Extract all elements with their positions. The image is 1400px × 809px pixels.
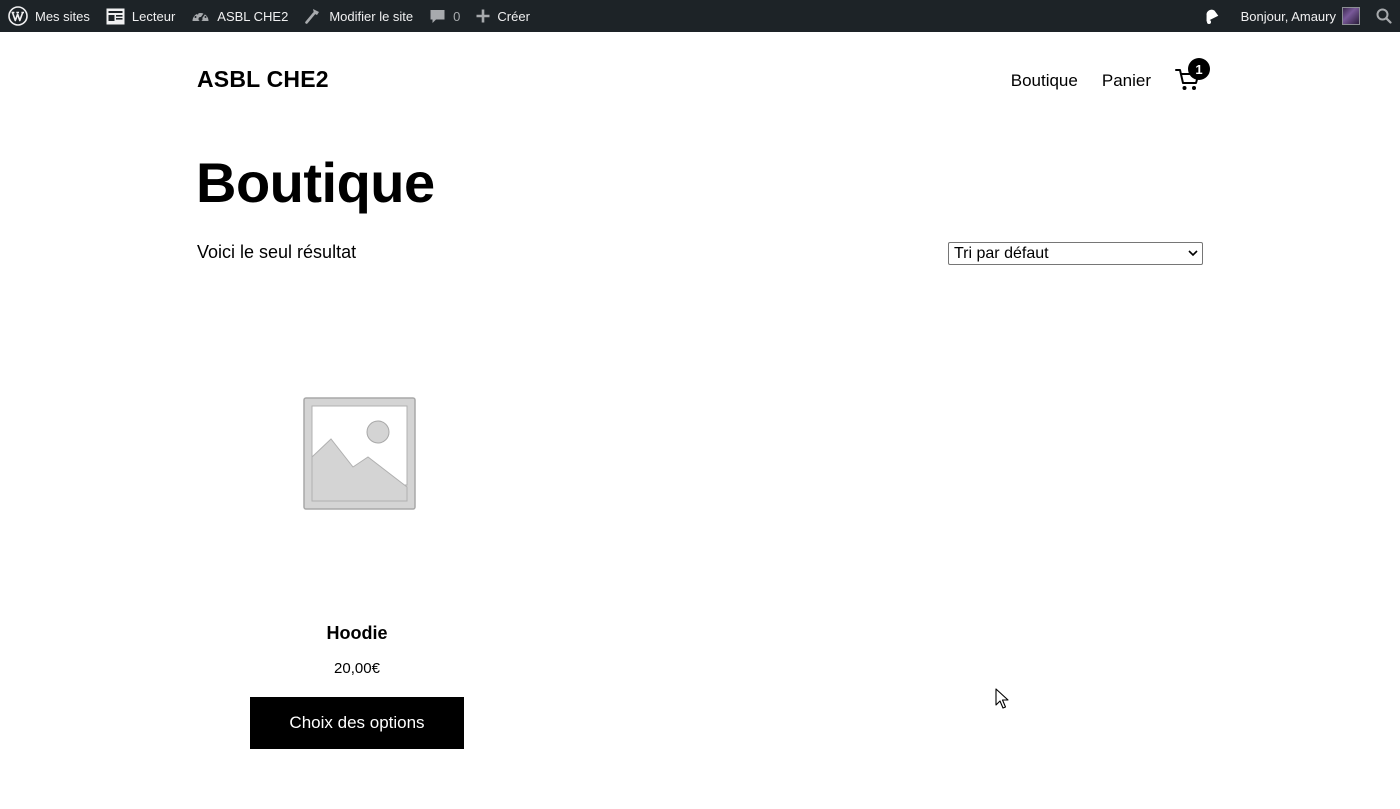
chevron-down-icon — [1188, 250, 1198, 257]
comment-icon — [429, 8, 446, 25]
dashboard-icon — [191, 8, 210, 25]
site-title[interactable]: ASBL CHE2 — [197, 66, 329, 93]
admin-bar-edit-site-label: Modifier le site — [329, 8, 414, 24]
cart-count-badge: 1 — [1188, 58, 1210, 80]
admin-bar-search[interactable] — [1368, 0, 1400, 32]
result-count: Voici le seul résultat — [197, 242, 357, 262]
admin-bar-account[interactable]: Bonjour, Amaury — [1233, 0, 1368, 32]
product-price: 20,00€ — [334, 660, 380, 677]
admin-bar-create-label: Créer — [497, 8, 530, 24]
cart-button[interactable]: 1 — [1175, 58, 1210, 96]
product-image-placeholder[interactable] — [303, 397, 416, 510]
avatar — [1342, 7, 1360, 25]
product-name[interactable]: Hoodie — [247, 623, 467, 644]
admin-bar-reader[interactable]: Lecteur — [98, 0, 183, 32]
admin-bar-my-sites[interactable]: Mes sites — [0, 0, 98, 32]
cart-icon — [1175, 69, 1201, 96]
admin-bar-edit-site[interactable]: Modifier le site — [296, 0, 421, 32]
admin-bar-notifications[interactable] — [1193, 0, 1233, 32]
admin-bar-create[interactable]: Créer — [468, 0, 538, 32]
admin-bar-left: Mes sites Lecteur ASBL CHE2 Modifier le … — [0, 0, 538, 32]
plus-icon — [476, 9, 490, 23]
page-title: Boutique — [196, 151, 435, 214]
sort-select-value: Tri par défaut — [954, 244, 1049, 262]
admin-bar-my-sites-label: Mes sites — [35, 8, 90, 24]
admin-bar: Mes sites Lecteur ASBL CHE2 Modifier le … — [0, 0, 1400, 32]
admin-bar-site-label: ASBL CHE2 — [217, 8, 289, 24]
admin-bar-comments-count: 0 — [453, 8, 461, 24]
hammer-icon — [304, 7, 322, 25]
admin-bar-site[interactable]: ASBL CHE2 — [183, 0, 296, 32]
admin-bar-right: Bonjour, Amaury — [1193, 0, 1400, 32]
main-nav: Boutique Panier 1 — [987, 58, 1210, 96]
site-header: ASBL CHE2 Boutique Panier 1 — [0, 32, 1400, 130]
bell-icon — [1201, 6, 1221, 26]
mouse-cursor-icon — [995, 688, 1009, 715]
admin-bar-greeting: Bonjour, Amaury — [1240, 8, 1336, 24]
admin-bar-comments[interactable]: 0 — [421, 0, 468, 32]
select-options-button[interactable]: Choix des options — [250, 697, 464, 749]
admin-bar-reader-label: Lecteur — [131, 8, 176, 24]
sort-select[interactable]: Tri par défaut — [948, 242, 1203, 265]
search-icon — [1376, 8, 1392, 24]
nav-item-boutique[interactable]: Boutique — [1011, 71, 1078, 91]
reader-icon — [106, 8, 125, 25]
wordpress-icon — [8, 6, 28, 26]
nav-item-panier[interactable]: Panier — [1102, 71, 1151, 91]
image-placeholder-icon — [303, 397, 416, 510]
